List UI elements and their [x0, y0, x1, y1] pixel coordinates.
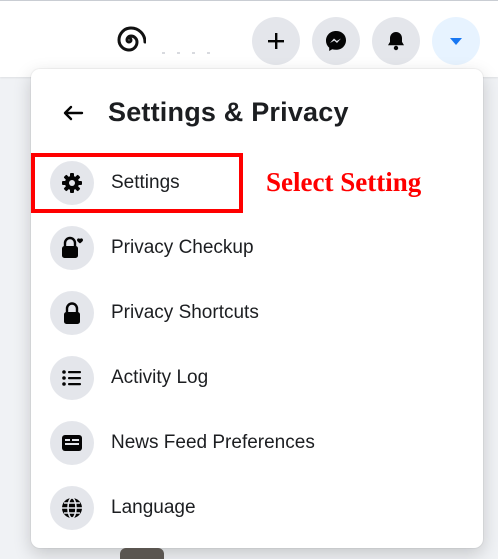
annotation-label: Select Setting [266, 167, 422, 197]
list-icon [50, 356, 94, 400]
back-button[interactable] [57, 97, 89, 129]
blurred-name-placeholder [162, 41, 232, 54]
create-button[interactable] [252, 17, 300, 65]
bell-icon [388, 32, 404, 51]
menu-item-label: Privacy Checkup [111, 237, 254, 258]
menu-item-news-feed-preferences[interactable]: News Feed Preferences [44, 414, 469, 472]
messenger-icon [326, 31, 346, 51]
menu-item-privacy-shortcuts[interactable]: Privacy Shortcuts [44, 284, 469, 342]
messenger-button[interactable] [312, 17, 360, 65]
menu-item-label: Privacy Shortcuts [111, 302, 259, 323]
menu-item-language[interactable]: Language [44, 479, 469, 537]
menu-item-label: Activity Log [111, 367, 209, 388]
avatar [120, 548, 164, 559]
menu-item-privacy-checkup[interactable]: Privacy Checkup [44, 219, 469, 277]
globe-icon [50, 486, 94, 530]
lock-heart-icon [50, 226, 94, 270]
account-menu-button[interactable] [432, 17, 480, 65]
back-arrow-icon [63, 105, 84, 121]
menu-item-activity-log[interactable]: Activity Log [44, 349, 469, 407]
menu-title: Settings & Privacy [108, 97, 349, 127]
settings-privacy-menu: Settings & Privacy Settings Privacy Chec… [31, 69, 483, 548]
caret-down-icon [450, 38, 462, 45]
highlight-box [31, 153, 243, 213]
newsfeed-icon [50, 421, 94, 465]
menu-item-label: News Feed Preferences [111, 432, 315, 453]
lock-icon [50, 291, 94, 335]
notifications-button[interactable] [372, 17, 420, 65]
menu-header: Settings & Privacy [31, 69, 483, 149]
plus-icon [268, 33, 284, 49]
menu-item-label: Language [111, 497, 196, 518]
spiral-logo-icon [117, 26, 146, 52]
top-navigation-bar [0, 0, 498, 77]
